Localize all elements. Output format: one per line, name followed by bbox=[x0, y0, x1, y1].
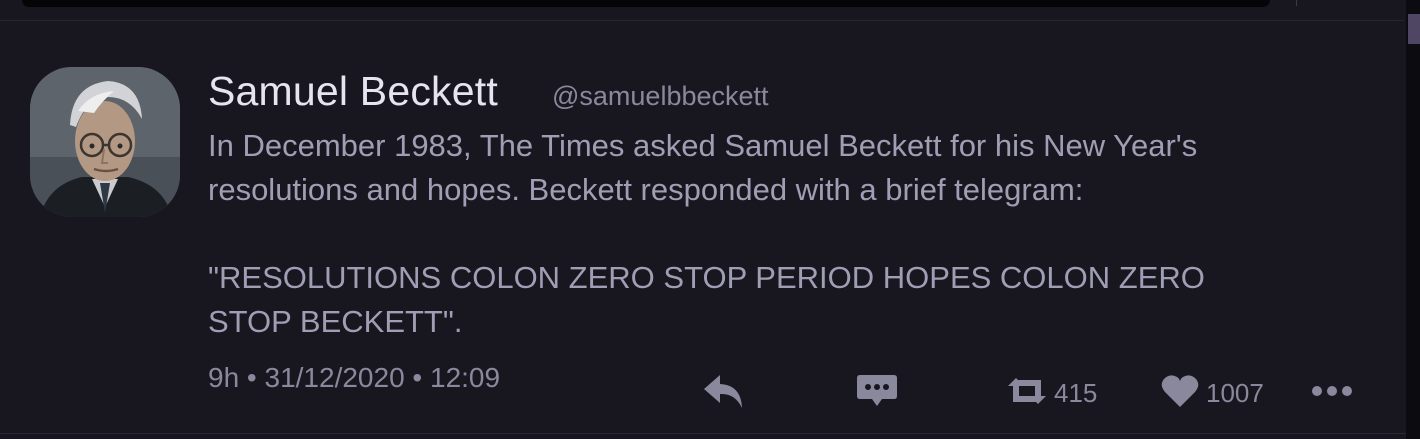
retweet-button[interactable]: 415 bbox=[1006, 372, 1097, 414]
direct-message-button[interactable] bbox=[856, 372, 898, 414]
tweet-text: In December 1983, The Times asked Samuel… bbox=[208, 128, 1205, 339]
window-edge bbox=[1406, 0, 1420, 439]
top-divider-tick bbox=[1296, 0, 1297, 6]
like-count: 1007 bbox=[1206, 377, 1264, 408]
window-edge-accent bbox=[1408, 14, 1420, 44]
top-divider bbox=[0, 20, 1404, 21]
direct-message-icon bbox=[856, 372, 898, 415]
author-handle[interactable]: @samuelbbeckett bbox=[552, 81, 769, 112]
like-button[interactable]: 1007 bbox=[1160, 372, 1264, 414]
timestamp[interactable]: 9h • 31/12/2020 • 12:09 bbox=[208, 362, 500, 394]
heart-icon bbox=[1160, 373, 1200, 414]
bottom-divider bbox=[0, 433, 1406, 434]
more-button[interactable] bbox=[1310, 372, 1354, 414]
reply-button[interactable] bbox=[702, 372, 746, 414]
more-icon bbox=[1310, 381, 1354, 406]
top-input-bar bbox=[22, 0, 1270, 7]
author-name[interactable]: Samuel Beckett bbox=[208, 68, 498, 115]
reply-icon bbox=[702, 371, 746, 416]
retweet-count: 415 bbox=[1054, 377, 1098, 408]
avatar[interactable] bbox=[30, 67, 180, 217]
retweet-icon bbox=[1006, 372, 1048, 415]
